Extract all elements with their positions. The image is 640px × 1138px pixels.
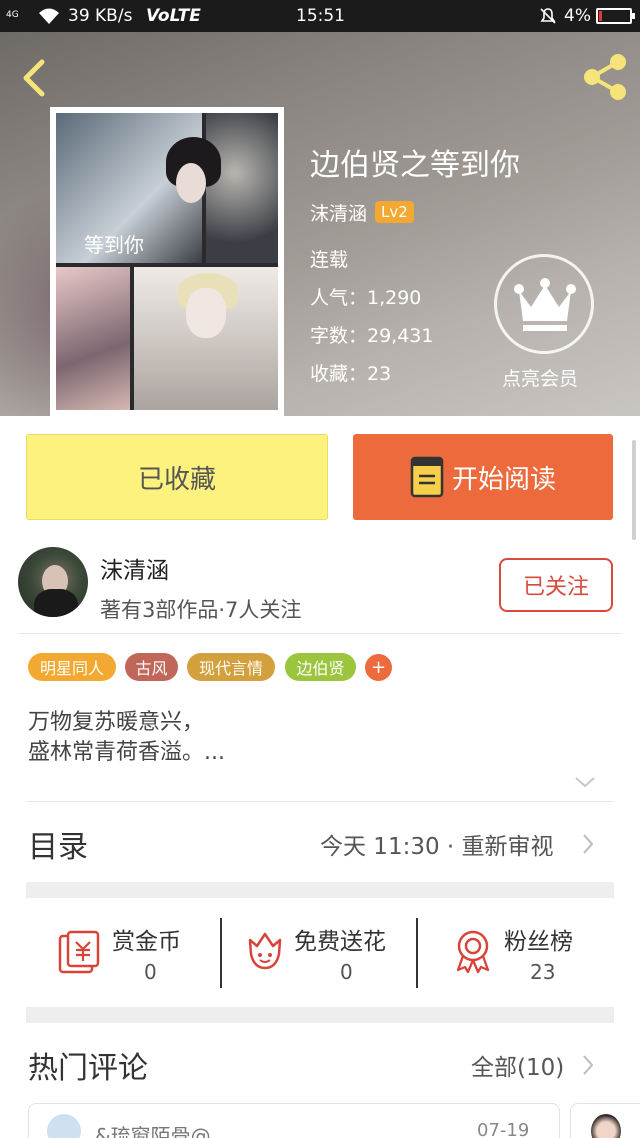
synopsis[interactable]: 万物复苏暖意兴， 盛林常青荷香溢。... xyxy=(28,708,225,768)
tag-chip[interactable]: 古风 xyxy=(125,653,178,681)
hot-comments-title: 热门评论 xyxy=(28,1051,148,1086)
avatar xyxy=(47,1114,81,1138)
reward-coins[interactable]: 赏金币 0 xyxy=(54,918,204,988)
latest-chapter[interactable]: 今天 11:30 · 重新审视 xyxy=(320,827,554,861)
comment-card[interactable]: &琉窗陌骨@ 07-19 xyxy=(28,1103,560,1138)
section-separator xyxy=(26,1007,614,1023)
red-envelope-icon xyxy=(58,930,100,974)
vip-button[interactable] xyxy=(494,254,594,354)
reward-value: 23 xyxy=(530,960,556,984)
reward-flowers[interactable]: 免费送花 0 xyxy=(240,918,410,988)
wifi-icon xyxy=(36,6,62,26)
crown-icon xyxy=(514,278,576,331)
synopsis-line: 盛林常青荷香溢。... xyxy=(28,740,225,765)
divider xyxy=(26,801,614,802)
serial-status: 连载 xyxy=(310,249,349,271)
tag-chip[interactable]: 边伯贤 xyxy=(285,653,356,681)
divider xyxy=(220,918,222,988)
medal-icon xyxy=(456,930,490,974)
header-author-name: 沫清涵 xyxy=(310,202,368,225)
divider xyxy=(18,633,622,634)
reward-value: 0 xyxy=(340,960,353,984)
scrollbar[interactable] xyxy=(632,440,636,540)
tag-chip[interactable]: 明星同人 xyxy=(28,653,116,681)
book-cover[interactable]: 等到你 xyxy=(50,107,284,416)
all-comments-link[interactable]: 全部(10) xyxy=(471,1048,564,1082)
section-separator xyxy=(26,882,614,898)
clock: 15:51 xyxy=(296,6,345,26)
synopsis-line: 万物复苏暖意兴， xyxy=(28,710,205,735)
author-avatar[interactable] xyxy=(18,547,88,617)
reward-label: 粉丝榜 xyxy=(504,929,573,955)
divider xyxy=(416,918,418,988)
reward-label: 赏金币 xyxy=(112,929,181,955)
comment-date: 07-19 xyxy=(477,1120,530,1138)
comment-user: &琉窗陌骨@ xyxy=(95,1124,211,1138)
catalog-title[interactable]: 目录 xyxy=(28,822,88,866)
avatar xyxy=(591,1114,621,1138)
favorites-stat: 收藏：23 xyxy=(310,363,392,385)
network-speed: 39 KB/s xyxy=(68,6,133,26)
share-icon xyxy=(584,54,626,100)
tag-chip[interactable]: 现代言情 xyxy=(187,653,275,681)
start-reading-label: 开始阅读 xyxy=(451,464,556,495)
book-icon xyxy=(410,456,444,498)
chevron-right-icon[interactable] xyxy=(581,1053,595,1077)
start-reading-button[interactable]: 开始阅读 xyxy=(353,434,613,520)
volte-indicator: VoLTE xyxy=(146,6,201,26)
reward-label: 免费送花 xyxy=(294,929,386,955)
cover-title-text: 等到你 xyxy=(84,233,144,257)
collected-button[interactable]: 已收藏 xyxy=(26,434,328,520)
mute-bell-icon xyxy=(538,6,558,26)
collected-label: 已收藏 xyxy=(137,464,216,495)
chevron-right-icon[interactable] xyxy=(581,832,595,856)
follow-button[interactable]: 已关注 xyxy=(499,558,613,612)
level-badge: Lv2 xyxy=(375,201,414,223)
flower-icon xyxy=(248,932,282,970)
header-author[interactable]: 沫清涵 Lv2 xyxy=(310,198,414,226)
chevron-down-icon[interactable] xyxy=(573,774,597,790)
follow-label: 已关注 xyxy=(522,575,589,600)
share-button[interactable] xyxy=(578,50,632,104)
network-type: 4G xyxy=(6,10,19,20)
reward-fan-ranking[interactable]: 粉丝榜 23 xyxy=(450,918,600,988)
author-meta: 著有3部作品·7人关注 xyxy=(100,598,302,622)
author-name[interactable]: 沫清涵 xyxy=(100,551,169,585)
battery-percent: 4% xyxy=(564,6,591,26)
battery-icon xyxy=(596,8,635,24)
popularity-stat: 人气：1,290 xyxy=(310,287,422,309)
status-bar: 4G 39 KB/s VoLTE 15:51 4% xyxy=(0,0,640,32)
book-title: 边伯贤之等到你 xyxy=(310,148,520,183)
book-header: 等到你 边伯贤之等到你 沫清涵 Lv2 连载 人气：1,290 字数：29,43… xyxy=(0,32,640,416)
word-count-stat: 字数：29,431 xyxy=(310,325,434,347)
reward-value: 0 xyxy=(144,960,157,984)
vip-label: 点亮会员 xyxy=(502,368,579,390)
back-arrow-icon xyxy=(23,59,45,97)
comment-card[interactable] xyxy=(570,1103,640,1138)
add-tag-button[interactable]: + xyxy=(365,654,392,681)
back-button[interactable] xyxy=(16,56,56,100)
